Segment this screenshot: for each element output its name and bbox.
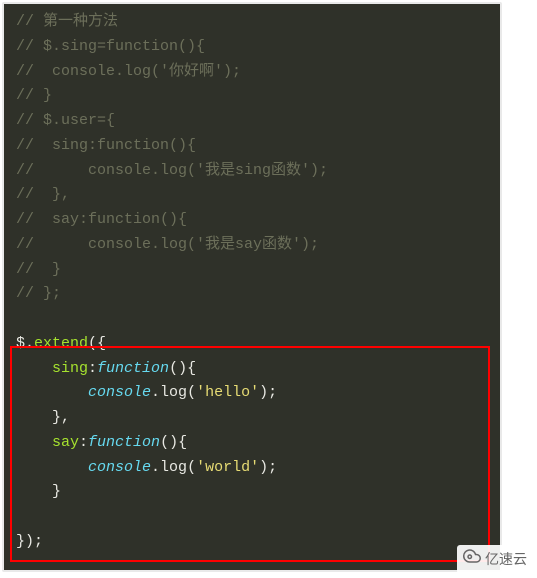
code-line: // 第一种方法 — [16, 10, 492, 35]
code-line: // $.sing=function(){ — [16, 35, 492, 60]
code-line: // say:function(){ — [16, 208, 492, 233]
watermark: 亿速云 — [457, 545, 533, 574]
code-line: // console.log('我是sing函数'); — [16, 159, 492, 184]
code-line: // } — [16, 84, 492, 109]
code-line: // console.log('我是say函数'); — [16, 233, 492, 258]
code-line: // console.log('你好啊'); — [16, 60, 492, 85]
code-line: sing:function(){ — [16, 357, 492, 382]
code-line: }); — [16, 530, 492, 555]
code-line: // sing:function(){ — [16, 134, 492, 159]
code-line: // } — [16, 258, 492, 283]
code-line: // }; — [16, 282, 492, 307]
watermark-text: 亿速云 — [485, 548, 527, 571]
code-line: say:function(){ — [16, 431, 492, 456]
code-line: }, — [16, 406, 492, 431]
cloud-icon — [463, 547, 481, 572]
code-line: // }, — [16, 183, 492, 208]
code-line: console.log('hello'); — [16, 381, 492, 406]
code-editor: // 第一种方法 // $.sing=function(){ // consol… — [2, 2, 502, 572]
code-line: console.log('world'); — [16, 456, 492, 481]
code-line: $.extend({ — [16, 332, 492, 357]
code-line: // $.user={ — [16, 109, 492, 134]
code-line — [16, 505, 492, 530]
code-line: } — [16, 480, 492, 505]
code-line — [16, 307, 492, 332]
